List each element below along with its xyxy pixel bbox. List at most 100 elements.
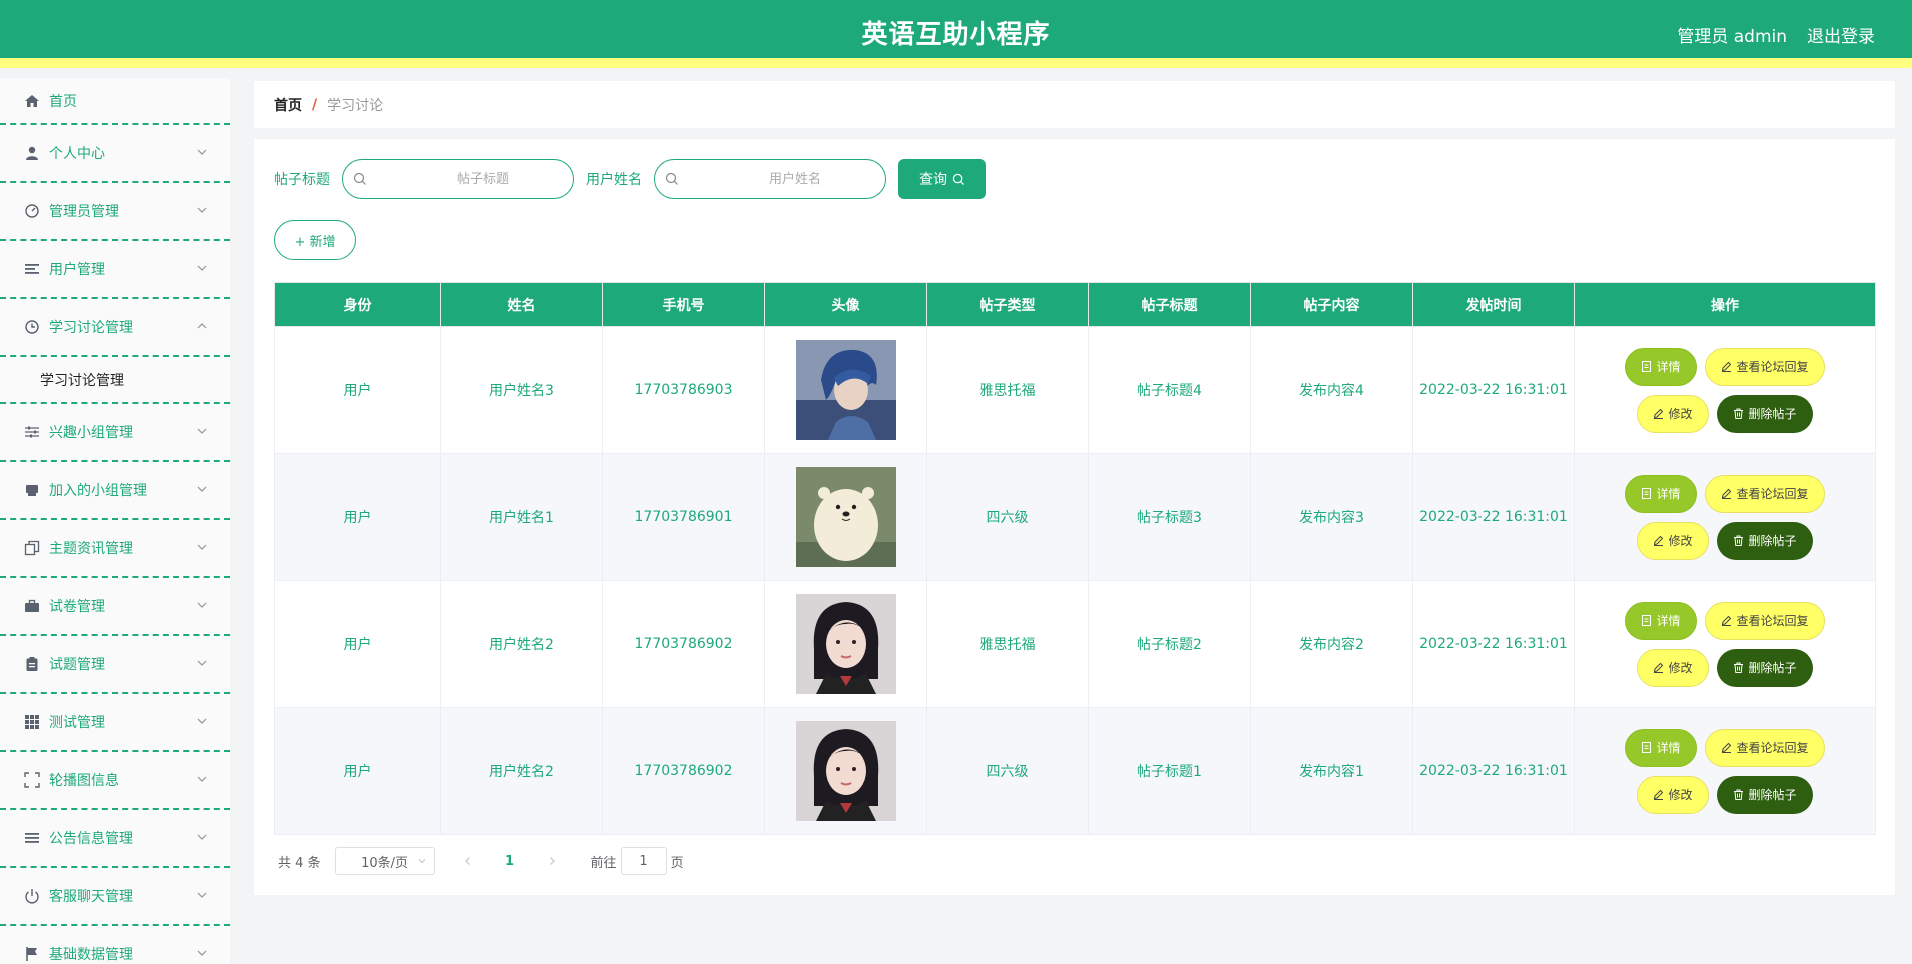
search-icon	[665, 172, 678, 185]
sidebar-item-users[interactable]: 用户管理	[0, 241, 230, 299]
clock-icon	[24, 319, 40, 335]
breadcrumb-home[interactable]: 首页	[274, 95, 302, 115]
edit-icon	[1722, 615, 1732, 626]
fullscreen-icon	[24, 772, 40, 788]
goto-suffix: 页	[670, 855, 684, 871]
cell-actions: 详情 查看论坛回复修改 删除帖子	[1574, 707, 1876, 835]
sidebar-item-interest-group[interactable]: 兴趣小组管理	[0, 404, 230, 462]
add-button[interactable]: + 新增	[274, 220, 356, 260]
briefcase-icon	[24, 598, 40, 614]
trash-icon	[1734, 662, 1744, 673]
sidebar-item-topic-news[interactable]: 主题资讯管理	[0, 520, 230, 578]
cell-content: 发布内容3	[1250, 453, 1413, 581]
page-number[interactable]: 1	[495, 847, 525, 875]
sidebar-item-personal[interactable]: 个人中心	[0, 125, 230, 183]
next-page-button[interactable]	[537, 847, 567, 875]
delete-post-button[interactable]: 删除帖子	[1717, 775, 1813, 814]
edit-button[interactable]: 修改	[1637, 648, 1709, 687]
document-icon	[1642, 361, 1652, 372]
chevron-up-icon	[197, 323, 207, 329]
trash-icon	[1734, 789, 1744, 800]
edit-label: 修改	[1668, 407, 1693, 421]
submenu-item-study-discussion[interactable]: 学习讨论管理	[0, 357, 230, 404]
sidebar-item-customer-chat[interactable]: 客服聊天管理	[0, 868, 230, 926]
edit-label: 修改	[1668, 788, 1693, 802]
view-replies-label: 查看论坛回复	[1736, 360, 1809, 374]
edit-icon	[1722, 361, 1732, 372]
sidebar-item-carousel[interactable]: 轮播图信息	[0, 752, 230, 810]
sidebar-item-papers[interactable]: 试卷管理	[0, 578, 230, 636]
document-icon	[1642, 488, 1652, 499]
flag-icon	[24, 946, 40, 962]
detail-button[interactable]: 详情	[1625, 728, 1697, 767]
cell-title: 帖子标题4	[1088, 326, 1251, 454]
cell-type: 雅思托福	[926, 326, 1089, 454]
list-icon	[24, 830, 40, 846]
chevron-down-icon	[197, 486, 207, 492]
delete-post-button[interactable]: 删除帖子	[1717, 394, 1813, 433]
page-size-value: 10条/页	[361, 855, 409, 871]
chevron-down-icon	[197, 950, 207, 956]
sidebar-item-home[interactable]: 首页	[0, 78, 230, 125]
chevron-down-icon	[197, 718, 207, 724]
cell-type: 四六级	[926, 453, 1089, 581]
view-replies-label: 查看论坛回复	[1736, 487, 1809, 501]
cell-role: 用户	[274, 326, 441, 454]
edit-icon	[1722, 742, 1732, 753]
sidebar-item-joined-groups[interactable]: 加入的小组管理	[0, 462, 230, 520]
edit-button[interactable]: 修改	[1637, 521, 1709, 560]
sidebar-item-admin[interactable]: 管理员管理	[0, 183, 230, 241]
cell-time: 2022-03-22 16:31:01	[1412, 453, 1575, 581]
user-name-input[interactable]	[655, 160, 885, 198]
cell-name: 用户姓名3	[440, 326, 603, 454]
edit-icon	[1654, 789, 1664, 800]
sidebar-item-label: 兴趣小组管理	[49, 425, 133, 441]
delete-post-button[interactable]: 删除帖子	[1717, 521, 1813, 560]
chevron-down-icon	[197, 660, 207, 666]
chevron-down-icon	[197, 602, 207, 608]
prev-page-button[interactable]	[453, 847, 483, 875]
query-button[interactable]: 查询	[898, 159, 986, 199]
delete-label: 删除帖子	[1748, 788, 1797, 802]
edit-icon	[1654, 408, 1664, 419]
view-replies-button[interactable]: 查看论坛回复	[1705, 601, 1825, 640]
logout-button[interactable]: 退出登录	[1807, 22, 1875, 47]
detail-label: 详情	[1656, 487, 1681, 501]
cell-name: 用户姓名2	[440, 580, 603, 708]
view-replies-button[interactable]: 查看论坛回复	[1705, 347, 1825, 386]
cell-time: 2022-03-22 16:31:01	[1412, 707, 1575, 835]
view-replies-button[interactable]: 查看论坛回复	[1705, 474, 1825, 513]
sidebar-item-announcements[interactable]: 公告信息管理	[0, 810, 230, 868]
search-icon	[353, 172, 366, 185]
sidebar-item-base-data[interactable]: 基础数据管理	[0, 926, 230, 964]
search-icon	[952, 173, 965, 185]
post-title-input[interactable]	[343, 160, 573, 198]
detail-button[interactable]: 详情	[1625, 474, 1697, 513]
cell-role: 用户	[274, 453, 441, 581]
edit-button[interactable]: 修改	[1637, 775, 1709, 814]
cell-title: 帖子标题3	[1088, 453, 1251, 581]
sidebar-item-questions[interactable]: 试题管理	[0, 636, 230, 694]
detail-label: 详情	[1656, 741, 1681, 755]
trash-icon	[1734, 535, 1744, 546]
delete-post-button[interactable]: 删除帖子	[1717, 648, 1813, 687]
detail-button[interactable]: 详情	[1625, 601, 1697, 640]
sidebar-item-tests[interactable]: 测试管理	[0, 694, 230, 752]
breadcrumb: 首页 / 学习讨论	[254, 81, 1895, 128]
top-header: 英语互助小程序 管理员 admin 退出登录	[0, 0, 1912, 68]
cell-name: 用户姓名2	[440, 707, 603, 835]
cell-phone: 17703786902	[602, 580, 765, 708]
edit-button[interactable]: 修改	[1637, 394, 1709, 433]
column-header: 帖子类型	[926, 282, 1089, 327]
printer-icon	[24, 482, 40, 498]
column-header: 手机号	[602, 282, 765, 327]
goto-page-input[interactable]	[620, 847, 667, 875]
table-header-row: 身份 姓名 手机号 头像 帖子类型 帖子标题 帖子内容 发帖时间 操作	[274, 282, 1876, 327]
view-replies-button[interactable]: 查看论坛回复	[1705, 728, 1825, 767]
page-size-select[interactable]: 10条/页	[334, 847, 435, 875]
power-icon	[24, 888, 40, 904]
sidebar-item-study-discussion[interactable]: 学习讨论管理	[0, 299, 230, 357]
edit-icon	[1654, 535, 1664, 546]
detail-button[interactable]: 详情	[1625, 347, 1697, 386]
column-header: 姓名	[440, 282, 603, 327]
